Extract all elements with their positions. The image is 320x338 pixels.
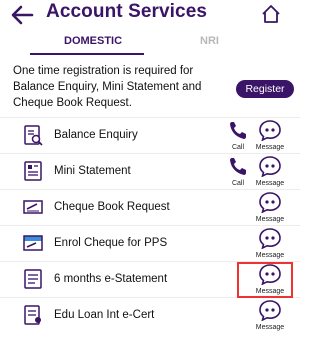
- service-row-balance-enquiry[interactable]: Balance Enquiry Call Message: [0, 117, 300, 154]
- cheque-book-icon: [23, 200, 43, 214]
- e-statement-icon: [24, 269, 42, 289]
- active-tab-indicator: [30, 53, 144, 55]
- page-title: Account Services: [46, 1, 208, 22]
- message-button[interactable]: Message: [254, 155, 286, 187]
- message-bubble-icon: [259, 228, 281, 250]
- message-label: Message: [255, 324, 285, 331]
- service-label: 6 months e-Statement: [54, 273, 168, 285]
- message-button[interactable]: Message: [254, 191, 286, 223]
- call-label: Call: [231, 180, 245, 187]
- back-arrow-icon[interactable]: [8, 3, 36, 27]
- service-row-mini-statement[interactable]: Mini Statement Call Message: [0, 153, 300, 190]
- service-label: Edu Loan Int e-Cert: [54, 309, 155, 321]
- service-row-cheque-book-request[interactable]: Cheque Book Request Message: [0, 189, 300, 226]
- mini-statement-icon: [24, 161, 42, 181]
- phone-icon: [230, 122, 246, 139]
- message-bubble-icon: [259, 156, 281, 178]
- home-icon[interactable]: [260, 3, 282, 25]
- app-header: Account Services: [0, 0, 300, 32]
- registration-notice: One time registration is required for Ba…: [13, 65, 202, 109]
- enrol-cheque-icon: [23, 235, 43, 251]
- message-bubble-icon: [259, 300, 281, 322]
- service-label: Cheque Book Request: [54, 201, 170, 213]
- message-label: Message: [255, 252, 285, 259]
- message-label: Message: [255, 180, 285, 187]
- service-row-enrol-cheque-pps[interactable]: Enrol Cheque for PPS Message: [0, 225, 300, 262]
- message-label: Message: [255, 144, 285, 151]
- highlight-box: [237, 262, 293, 298]
- service-label: Mini Statement: [54, 165, 131, 177]
- tab-nri[interactable]: NRI: [200, 35, 219, 47]
- message-button[interactable]: Message: [254, 119, 286, 151]
- phone-icon: [230, 158, 246, 175]
- call-label: Call: [231, 144, 245, 151]
- message-bubble-icon: [259, 192, 281, 214]
- call-button[interactable]: Call: [226, 119, 250, 151]
- message-button[interactable]: Message: [254, 299, 286, 331]
- tab-bar: DOMESTIC NRI: [0, 32, 300, 55]
- service-row-edu-loan-cert[interactable]: Edu Loan Int e-Cert Message: [0, 297, 300, 334]
- edu-loan-cert-icon: [24, 305, 41, 325]
- message-label: Message: [255, 216, 285, 223]
- service-label: Enrol Cheque for PPS: [54, 237, 168, 249]
- message-bubble-icon: [259, 120, 281, 142]
- balance-enquiry-icon: [24, 125, 43, 146]
- message-button[interactable]: Message: [254, 227, 286, 259]
- call-button[interactable]: Call: [226, 155, 250, 187]
- register-button[interactable]: Register: [236, 80, 294, 98]
- tab-domestic[interactable]: DOMESTIC: [64, 35, 122, 47]
- service-label: Balance Enquiry: [54, 129, 138, 141]
